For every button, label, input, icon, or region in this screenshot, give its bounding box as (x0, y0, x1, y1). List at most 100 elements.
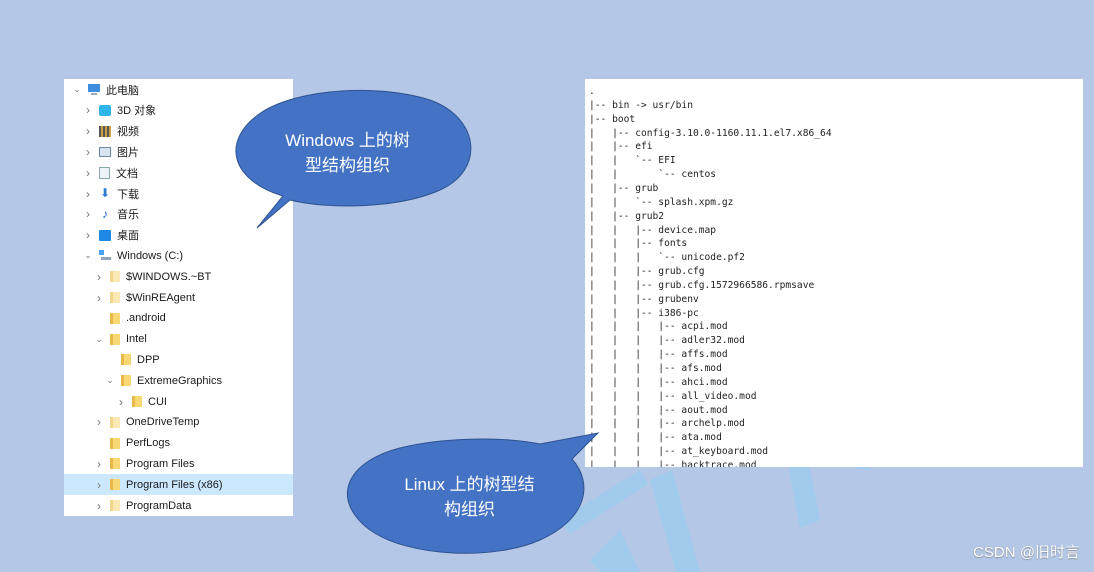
windows-callout-line1: Windows 上的树 (285, 131, 410, 150)
tree-item[interactable]: › ⬇ 下载 (64, 183, 293, 204)
linux-tree-line: | | `-- centos (589, 169, 717, 181)
linux-tree-line: | | | |-- all_video.mod (589, 390, 757, 402)
tree-item-label: Intel (126, 333, 147, 346)
linux-tree-line: | | | |-- ata.mod (589, 432, 722, 444)
tree-item[interactable]: › CUI (64, 391, 293, 412)
documents-icon (99, 166, 110, 179)
tree-item[interactable]: ⌄ ExtremeGraphics (64, 370, 293, 391)
tree-item[interactable]: › Program Files (x86) (64, 474, 293, 496)
chevron-down-icon[interactable]: ⌄ (83, 250, 93, 261)
linux-tree-line: |-- bin -> usr/bin (589, 99, 693, 111)
tree-item[interactable]: ⌄ Intel (64, 329, 293, 350)
linux-tree-line: | |-- config-3.10.0-1160.11.1.el7.x86_64 (589, 127, 832, 139)
windows-callout-line2: 型结构组织 (305, 156, 390, 175)
linux-tree-line: | | `-- splash.xpm.gz (589, 196, 734, 208)
tree-item-label: PerfLogs (126, 437, 171, 450)
linux-tree-line: | | | |-- afs.mod (589, 363, 722, 374)
tree-item[interactable]: › ♪ 音乐 (64, 204, 293, 225)
tree-item-label: 3D 对象 (117, 105, 157, 118)
tree-item[interactable]: › ProgramData (64, 495, 293, 516)
chevron-right-icon[interactable]: › (83, 166, 93, 180)
folder-icon (110, 437, 120, 449)
tree-item[interactable]: ⌄ 此电脑 (64, 79, 293, 100)
linux-tree-line: |-- boot (589, 113, 636, 125)
linux-tree-line: | |-- efi (589, 141, 653, 153)
chevron-down-icon[interactable]: ⌄ (105, 375, 115, 386)
chevron-right-icon[interactable]: › (83, 207, 93, 221)
linux-callout-line2: 构组织 (444, 500, 495, 519)
chevron-right-icon[interactable]: › (83, 228, 93, 242)
linux-tree-line: | | | `-- unicode.pf2 (589, 252, 745, 264)
tree-item[interactable]: ⌄ Windows (C:) (64, 245, 293, 266)
chevron-down-icon[interactable]: ⌄ (72, 84, 82, 95)
linux-tree-output: . |-- bin -> usr/bin |-- boot | |-- config-… (585, 79, 1083, 467)
tree-item[interactable]: › 3D 对象 (64, 100, 293, 121)
linux-tree-line: | | |-- fonts (589, 238, 688, 250)
tree-item[interactable]: › Program Files (64, 453, 293, 474)
tree-item-label: 桌面 (117, 230, 139, 243)
folder-icon (121, 354, 131, 366)
chevron-right-icon[interactable]: › (94, 478, 104, 492)
linux-tree-line: | | | |-- affs.mod (589, 349, 728, 361)
pictures-icon (99, 146, 111, 157)
linux-tree-line: | | |-- i386-pc (589, 307, 699, 319)
windows-callout-text: Windows 上的树 型结构组织 (255, 128, 440, 178)
linux-tree-line: | | |-- grub.cfg (589, 266, 705, 278)
linux-tree-line: | | | |-- backtrace.mod (589, 459, 757, 467)
download-icon: ⬇ (99, 186, 111, 200)
chevron-right-icon[interactable]: › (83, 187, 93, 201)
chevron-right-icon[interactable]: › (94, 291, 104, 305)
tree-item-label: 此电脑 (106, 84, 139, 97)
linux-tree-line: | | | |-- at_keyboard.mod (589, 446, 769, 458)
chevron-right-icon[interactable]: › (83, 103, 93, 117)
3d-objects-icon (99, 104, 111, 116)
linux-tree-line: | | |-- grubenv (589, 293, 699, 305)
tree-item-label: ExtremeGraphics (137, 374, 222, 387)
folder-icon (110, 416, 120, 428)
drive-icon (99, 250, 111, 262)
desktop-icon (99, 229, 111, 241)
tree-item-label: Program Files (x86) (126, 478, 223, 491)
tree-item-label: $WINDOWS.~BT (126, 270, 212, 283)
chevron-right-icon[interactable]: › (94, 415, 104, 429)
folder-icon (110, 271, 120, 283)
folder-icon (110, 458, 120, 470)
tree-item[interactable]: DPP (64, 349, 293, 370)
chevron-right-icon[interactable]: › (94, 457, 104, 471)
folder-icon (110, 292, 120, 303)
tree-item-label: $WinREAgent (126, 291, 196, 304)
tree-item-label: 下载 (117, 188, 139, 201)
linux-callout-text: Linux 上的树型结 构组织 (372, 472, 567, 522)
folder-icon (121, 375, 131, 387)
tree-item-label: Windows (C:) (117, 249, 184, 262)
linux-tree-line: . (589, 86, 595, 97)
tree-item-label: CUI (148, 395, 167, 408)
linux-tree-line: | | |-- grub.cfg.1572966586.rpmsave (589, 279, 815, 291)
linux-tree-line: | | | |-- acpi.mod (589, 321, 728, 333)
tree-item[interactable]: › $WinREAgent (64, 287, 293, 308)
linux-tree-line: | |-- grub2 (589, 210, 665, 222)
tree-item[interactable]: PerfLogs (64, 433, 293, 454)
folder-icon (132, 396, 142, 407)
tree-item-label: Program Files (126, 457, 195, 470)
pc-icon (88, 84, 100, 95)
chevron-right-icon[interactable]: › (94, 270, 104, 284)
tree-item[interactable]: .android (64, 308, 293, 329)
chevron-right-icon[interactable]: › (116, 395, 126, 409)
chevron-right-icon[interactable]: › (83, 145, 93, 159)
tree-item[interactable]: › OneDriveTemp (64, 412, 293, 433)
tree-item-label: DPP (137, 353, 160, 366)
tree-item[interactable]: › 桌面 (64, 225, 293, 246)
linux-tree-line: | | | |-- archelp.mod (589, 418, 745, 430)
linux-tree-line: | | |-- device.map (589, 224, 717, 236)
linux-tree-line: | | | |-- aout.mod (589, 404, 728, 416)
tree-item[interactable]: › $WINDOWS.~BT (64, 266, 293, 287)
chevron-right-icon[interactable]: › (83, 124, 93, 138)
linux-callout-line1: Linux 上的树型结 (404, 475, 535, 494)
tree-item-label: .android (126, 312, 166, 325)
chevron-right-icon[interactable]: › (94, 499, 104, 513)
chevron-down-icon[interactable]: ⌄ (94, 334, 104, 345)
folder-icon (110, 500, 120, 511)
linux-tree-line: | |-- grub (589, 182, 659, 194)
tree-item-label: 图片 (117, 146, 139, 159)
